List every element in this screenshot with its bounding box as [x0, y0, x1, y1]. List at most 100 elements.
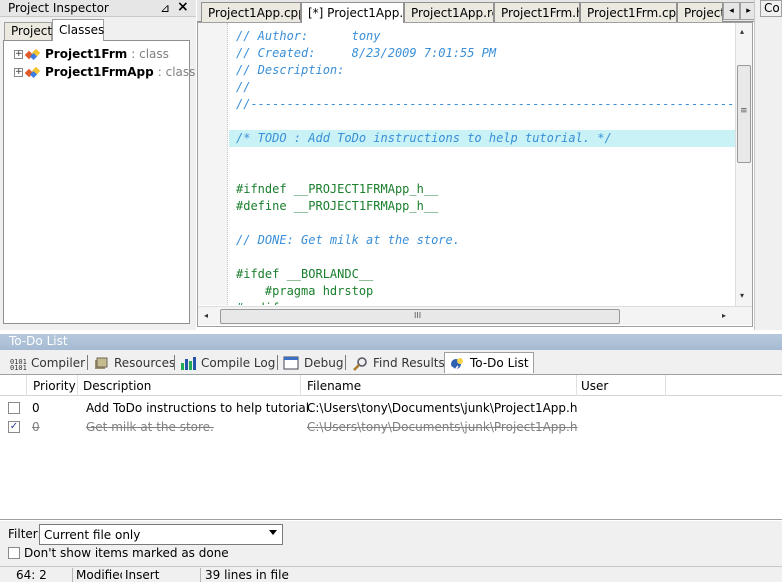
tab-compiler-label: Compiler — [31, 356, 86, 370]
debug-icon — [283, 356, 300, 371]
filter-label: Filter: — [8, 527, 42, 541]
tab-divider — [345, 355, 346, 370]
right-docked-panel — [754, 0, 782, 330]
tab-scroll-left-icon[interactable]: ◂ — [723, 2, 740, 20]
horizontal-scrollbar[interactable]: ◂ III ▸ — [198, 306, 752, 325]
code-line[interactable]: // Description: — [236, 62, 344, 79]
code-area[interactable]: // Author: tony// Created: 8/23/2009 7:0… — [198, 23, 735, 305]
tab-find-results-label: Find Results — [373, 356, 445, 370]
expand-icon[interactable]: + — [14, 49, 23, 59]
code-line[interactable]: #pragma hdrstop — [236, 283, 373, 300]
todo-priority: 0 — [32, 401, 40, 415]
column-header-user[interactable]: User — [577, 375, 666, 396]
column-header-priority[interactable]: Priority — [29, 375, 78, 396]
status-modified: Modified — [76, 568, 122, 582]
grip-icon: ≡ — [740, 106, 748, 116]
tree-item-project1frmapp[interactable]: + Project1FrmApp : class — [4, 63, 195, 81]
todo-priority: 0 — [32, 420, 40, 434]
tree-item-project1frm[interactable]: + Project1Frm : class — [4, 45, 189, 63]
tab-compiler[interactable]: 0101 0101 Compiler — [10, 354, 85, 372]
table-row[interactable]: ✓ 0 Get milk at the store. C:\Users\tony… — [0, 418, 782, 437]
column-header-filename[interactable]: Filename — [303, 375, 577, 396]
vertical-scrollbar[interactable]: ▴ ≡ ▾ — [735, 23, 752, 306]
tab-project1app-h[interactable]: [*] Project1App.h — [301, 2, 404, 23]
tab-debug[interactable]: Debug — [283, 354, 343, 372]
horizontal-scroll-thumb[interactable]: III — [220, 309, 620, 324]
tab-compile-log-label: Compile Log — [201, 356, 276, 370]
pin-icon[interactable]: ⊿ — [160, 1, 170, 15]
class-icon — [24, 65, 41, 79]
todo-list-icon — [449, 356, 466, 371]
tab-find-results[interactable]: Find Results — [352, 354, 445, 372]
grip-icon: III — [414, 311, 422, 320]
tab-classes[interactable]: Classes — [52, 19, 104, 41]
tab-todo-list[interactable]: To-Do List — [444, 352, 534, 373]
class-icon — [24, 47, 41, 61]
close-icon[interactable]: × — [177, 0, 189, 15]
tab-project1app-rc[interactable]: Project1App.rc — [404, 2, 494, 22]
scroll-right-icon[interactable]: ▸ — [722, 311, 726, 320]
todo-done-checkbox[interactable] — [8, 402, 20, 414]
code-line[interactable]: // Created: 8/23/2009 7:01:55 PM — [236, 45, 496, 62]
chevron-down-icon[interactable] — [269, 530, 277, 535]
tab-divider — [87, 355, 88, 370]
todo-description: Get milk at the store. — [86, 420, 214, 434]
code-line[interactable]: // DONE: Get milk at the store. — [236, 232, 460, 249]
code-line[interactable]: #define __PROJECT1FRMApp_h__ — [236, 198, 438, 215]
tree-item-type: : class — [157, 65, 196, 79]
tab-divider — [174, 355, 175, 370]
todo-panel-title: To-Do List — [0, 334, 782, 350]
tab-project1frm-h[interactable]: Project1Frm.h — [494, 2, 580, 22]
code-editor[interactable]: // Author: tony// Created: 8/23/2009 7:0… — [197, 22, 753, 327]
tab-compile-log[interactable]: Compile Log — [180, 354, 275, 372]
compiler-icon: 0101 0101 — [10, 356, 27, 372]
project-inspector-panel: Project Inspector ⊿ × Project Classes + … — [0, 0, 196, 330]
tab-resources-label: Resources — [114, 356, 176, 370]
code-line[interactable]: #ifdef __BORLANDC__ — [236, 266, 373, 283]
code-line[interactable]: #ifndef __PROJECT1FRMApp_h__ — [236, 181, 438, 198]
scroll-up-icon[interactable]: ▴ — [740, 27, 744, 36]
scroll-down-icon[interactable]: ▾ — [740, 291, 744, 300]
class-tree: + Project1Frm : class + Project1FrmApp :… — [3, 40, 195, 324]
status-divider — [200, 568, 201, 582]
code-line[interactable]: // — [236, 79, 250, 96]
todo-filename: C:\Users\tony\Documents\junk\Project1App… — [307, 420, 578, 434]
tree-item-label: Project1Frm — [45, 47, 128, 61]
tab-divider — [277, 355, 278, 370]
svg-text:0101: 0101 — [10, 364, 27, 371]
tab-project1frm-cpp[interactable]: Project1Frm.cpp — [580, 2, 677, 22]
status-bar: 64: 2 Modified Insert 39 lines in file — [0, 566, 782, 582]
table-row[interactable]: 0 Add ToDo instructions to help tutorial… — [0, 399, 782, 418]
column-header-check[interactable] — [0, 375, 27, 396]
tree-item-type: : class — [131, 47, 169, 61]
code-line[interactable]: // Author: tony — [236, 28, 381, 45]
find-results-icon — [352, 356, 369, 371]
code-line[interactable]: /* TODO : Add ToDo instructions to help … — [236, 130, 612, 147]
status-cursor-position: 64: 2 — [16, 568, 47, 582]
expand-icon[interactable]: + — [14, 67, 23, 77]
tab-debug-label: Debug — [304, 356, 344, 370]
tab-project[interactable]: Project — [4, 22, 52, 40]
todo-filename: C:\Users\tony\Documents\junk\Project1App… — [307, 401, 578, 415]
status-line-count: 39 lines in file — [205, 568, 289, 582]
scroll-left-icon[interactable]: ◂ — [204, 311, 208, 320]
tree-item-label: Project1FrmApp — [45, 65, 154, 79]
tab-project-truncated[interactable]: Project — [677, 2, 723, 22]
hide-done-label: Don't show items marked as done — [24, 546, 229, 560]
column-header-description[interactable]: Description — [79, 375, 301, 396]
tab-resources[interactable]: Resources — [93, 354, 175, 372]
table-header: Priority Description Filename User — [0, 375, 782, 396]
tab-project1app-cpp[interactable]: Project1App.cpp — [201, 2, 301, 22]
code-line[interactable]: #endif — [236, 300, 279, 305]
status-insert-mode: Insert — [125, 568, 160, 582]
right-panel-tab[interactable]: Co — [760, 0, 782, 17]
message-tabs: 0101 0101 Compiler Resources Compile Log … — [0, 350, 782, 375]
todo-done-checkbox[interactable]: ✓ — [8, 421, 20, 433]
filter-bar: Filter: Current file only Don't show ite… — [0, 521, 782, 566]
filter-dropdown[interactable]: Current file only — [39, 524, 283, 545]
editor-tab-bar: Project1App.cpp [*] Project1App.h Projec… — [197, 0, 782, 23]
code-line[interactable]: //--------------------------------------… — [236, 96, 735, 113]
vertical-scroll-thumb[interactable]: ≡ — [737, 65, 751, 163]
todo-description: Add ToDo instructions to help tutorial. — [86, 401, 313, 415]
hide-done-checkbox[interactable] — [8, 547, 20, 559]
